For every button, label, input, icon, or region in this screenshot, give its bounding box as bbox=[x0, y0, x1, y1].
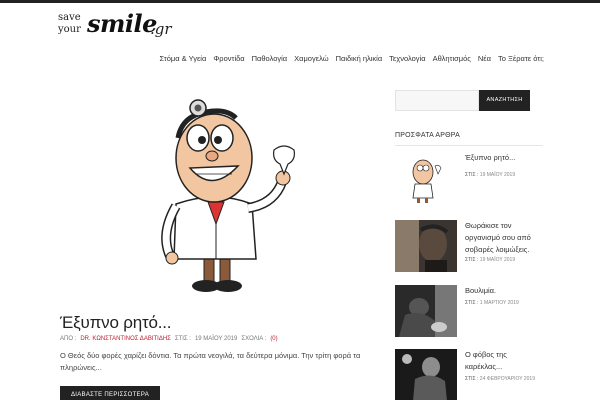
top-bar bbox=[0, 0, 600, 3]
read-more-button[interactable]: ΔΙΑΒΑΣΤΕ ΠΕΡΙΣΣΟΤΕΡΑ bbox=[60, 386, 160, 400]
post-meta: ΑΠΟ : DR. ΚΩΝΣΤΑΝΤΙΝΟΣ ΔΑΒΙΤΙΔΗΣ ΣΤΙΣ : … bbox=[60, 336, 278, 342]
recent-post-date: ΣΤΙΣ : 1 ΜΑΡΤΙΟΥ 2019 bbox=[465, 300, 519, 306]
dental-chair-thumbnail-image[interactable] bbox=[395, 349, 457, 400]
nav-item-texnologia[interactable]: Τεχνολογία bbox=[389, 52, 425, 66]
post-excerpt: Ο Θεός δύο φορές χαρίζει δόντια. Τα πρώτ… bbox=[60, 351, 361, 372]
recent-post-date: ΣΤΙΣ : 19 ΜΑΪΟΥ 2019 bbox=[465, 172, 516, 178]
post-title[interactable]: Έξυπνο ρητό... bbox=[60, 313, 172, 333]
search-button[interactable]: ΑΝΑΖΗΤΗΣΗ bbox=[479, 90, 530, 111]
dentist-cartoon-image[interactable] bbox=[156, 94, 306, 294]
recent-posts-heading: ΠΡΟΣΦΑΤΑ ΑΡΘΡΑ bbox=[395, 132, 461, 139]
nav-item-to-xerate[interactable]: Το Ξέρατε ότι; bbox=[498, 52, 544, 66]
meta-date-label: ΣΤΙΣ : bbox=[174, 336, 191, 342]
nav-item-nea[interactable]: Νέα bbox=[478, 52, 491, 66]
meta-comments-label: ΣΧΟΛΙΑ : bbox=[241, 336, 267, 342]
recent-post-title[interactable]: Ο φόβος της καρέκλας... bbox=[465, 349, 543, 373]
recent-post-date: ΣΤΙΣ : 24 ΦΕΒΡΟΥΑΡΙΟΥ 2019 bbox=[465, 376, 535, 382]
recent-post-item: Θωράκισε τον οργανισμό σου από σοβαρές λ… bbox=[395, 220, 545, 290]
search-input[interactable] bbox=[395, 90, 479, 111]
logo-tld: .gr bbox=[150, 20, 172, 38]
sidebar-divider bbox=[395, 145, 543, 146]
meta-comments-count[interactable]: (0) bbox=[270, 336, 277, 342]
meta-author-label: ΑΠΟ : bbox=[60, 336, 77, 342]
logo-word-save: save bbox=[58, 12, 81, 23]
logo-word-your: your bbox=[58, 24, 81, 35]
smoker-thumbnail-image[interactable] bbox=[395, 220, 457, 272]
site-logo[interactable]: save your smile .gr bbox=[58, 10, 178, 42]
recent-post-item: Ο φόβος της καρέκλας... ΣΤΙΣ : 24 ΦΕΒΡΟΥ… bbox=[395, 349, 545, 400]
nav-item-pathologia[interactable]: Παθολογία bbox=[252, 52, 288, 66]
dentist-thumbnail-image[interactable] bbox=[395, 152, 457, 204]
meta-author[interactable]: DR. ΚΩΝΣΤΑΝΤΙΝΟΣ ΔΑΒΙΤΙΔΗΣ bbox=[80, 336, 171, 342]
meta-date: 19 ΜΑΪΟΥ 2019 bbox=[194, 336, 238, 342]
nav-item-paidiki[interactable]: Παιδική ηλικία bbox=[336, 52, 383, 66]
bulimia-thumbnail-image[interactable] bbox=[395, 285, 457, 337]
recent-post-item: Έξυπνο ρητό... ΣΤΙΣ : 19 ΜΑΪΟΥ 2019 bbox=[395, 152, 545, 222]
search-form: ΑΝΑΖΗΤΗΣΗ bbox=[395, 90, 530, 111]
nav-item-xamogelo[interactable]: Χαμογελώ bbox=[294, 52, 328, 66]
recent-post-title[interactable]: Θωράκισε τον οργανισμό σου από σοβαρές λ… bbox=[465, 220, 543, 256]
logo-word-smile: smile bbox=[87, 9, 157, 38]
nav-item-athlitismos[interactable]: Αθλητισμός bbox=[433, 52, 471, 66]
nav-item-frontida[interactable]: Φροντίδα bbox=[213, 52, 244, 66]
recent-post-date: ΣΤΙΣ : 19 ΜΑΪΟΥ 2019 bbox=[465, 257, 516, 263]
main-nav: Στόμα & Υγεία Φροντίδα Παθολογία Χαμογελ… bbox=[159, 52, 544, 66]
recent-post-title[interactable]: Βουλιμία. bbox=[465, 285, 543, 297]
recent-post-title[interactable]: Έξυπνο ρητό... bbox=[465, 152, 543, 164]
recent-post-item: Βουλιμία. ΣΤΙΣ : 1 ΜΑΡΤΙΟΥ 2019 bbox=[395, 285, 545, 355]
nav-item-stoma[interactable]: Στόμα & Υγεία bbox=[159, 52, 206, 66]
